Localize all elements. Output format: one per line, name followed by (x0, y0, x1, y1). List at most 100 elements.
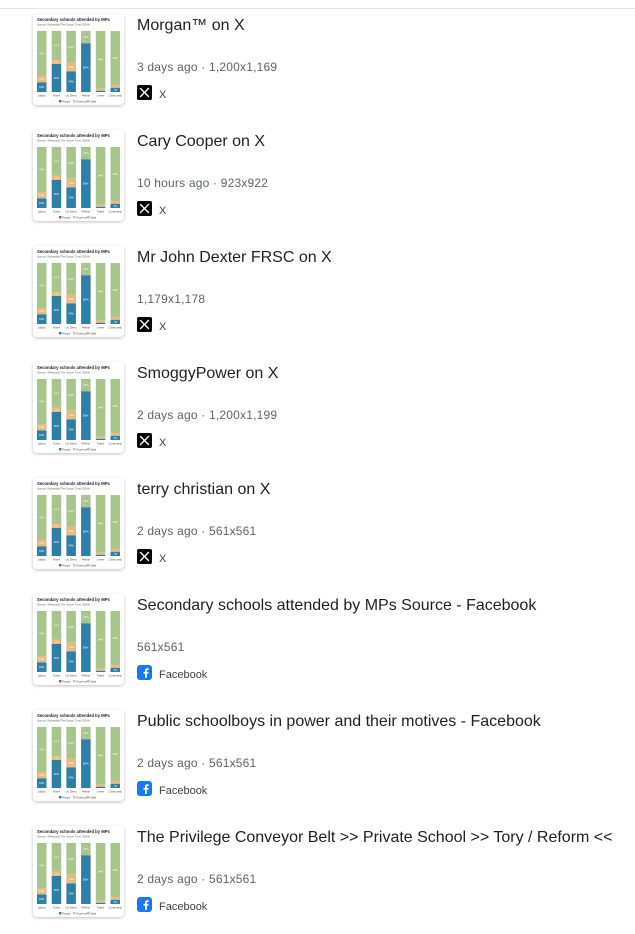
bar-value-label: 89% (113, 172, 119, 176)
result-source[interactable]: Facebook (137, 779, 207, 797)
category-label: Labour (38, 442, 46, 446)
result-title[interactable]: The Privilege Conveyor Belt >> Private S… (137, 829, 613, 847)
result-source[interactable]: Facebook (137, 663, 207, 681)
bar-value-label: 94% (98, 406, 104, 410)
chart-thumbnail: Secondary schools attended by MPsSource:… (37, 17, 123, 103)
result-title[interactable]: Morgan™ on X (137, 17, 245, 35)
category-label: Cross-party (109, 94, 123, 98)
bar-value-label: 52% (69, 741, 75, 745)
legend-label: State (90, 331, 97, 335)
bar-value-label: 16% (39, 665, 45, 669)
bar-segment-grammar (110, 665, 120, 668)
result-source[interactable]: X (137, 83, 166, 101)
category-label: Reform (82, 442, 91, 446)
result-source[interactable]: X (137, 199, 166, 217)
result-source[interactable]: X (137, 547, 166, 565)
image-result[interactable]: Secondary schools attended by MPs Source:… (0, 362, 635, 470)
bar-value-label: 47% (54, 855, 60, 859)
bar-value-label: 10% (39, 773, 45, 777)
bar-segment-private (95, 786, 106, 788)
category-label: Tories (53, 94, 61, 98)
result-thumbnail[interactable]: Secondary schools attended by MPs Source:… (33, 826, 124, 917)
category-label: Labour (38, 674, 46, 678)
bar-segment-private (95, 206, 106, 208)
chart-thumbnail: Secondary schools attended by MPsSource:… (37, 481, 123, 567)
legend-swatch (87, 564, 90, 567)
bar-value-label: 46% (54, 888, 60, 892)
bar-value-label: 74% (39, 284, 45, 288)
image-result[interactable]: Secondary schools attended by MPs Source:… (0, 14, 635, 122)
legend-label: Grammar (76, 447, 87, 451)
result-thumbnail[interactable]: Secondary schools attended by MPs Source:… (33, 710, 124, 801)
result-title[interactable]: Mr John Dexter FRSC on X (137, 249, 332, 267)
chart-thumbnail: Secondary schools attended by MPsSource:… (37, 829, 123, 915)
bar-value-label: 16% (39, 549, 45, 553)
legend-label: Private (62, 795, 71, 799)
result-title[interactable]: Secondary schools attended by MPs Source… (137, 597, 536, 615)
category-label: Lib Dems (66, 94, 78, 98)
legend-label: Grammar (76, 331, 87, 335)
bar-value-label: 94% (98, 638, 104, 642)
image-result[interactable]: Secondary schools attended by MPs Source:… (0, 826, 635, 934)
bar-value-label: 10% (39, 77, 45, 81)
thumbnail-chart-subtitle: Source: Wikipedia/The Sutton Trust (2024… (37, 139, 90, 143)
result-thumbnail[interactable]: Secondary schools attended by MPs Source:… (33, 478, 124, 569)
result-thumbnail[interactable]: Secondary schools attended by MPs Source:… (33, 362, 124, 453)
bar-value-label: 46% (54, 76, 60, 80)
result-thumbnail[interactable]: Secondary schools attended by MPs Source:… (33, 14, 124, 105)
bar-segment-grammar (110, 317, 120, 320)
legend-label: State (90, 679, 97, 683)
image-result[interactable]: Secondary schools attended by MPs Source:… (0, 710, 635, 818)
bar-value-label: 10% (39, 193, 45, 197)
result-source[interactable]: Facebook (137, 895, 207, 913)
legend-swatch (59, 448, 62, 451)
legend-label: State (90, 795, 97, 799)
bar-value-label: 74% (39, 400, 45, 404)
bar-value-label: 47% (54, 391, 60, 395)
legend-swatch (59, 680, 62, 683)
legend-label: Grammar (76, 795, 87, 799)
result-title[interactable]: terry christian on X (137, 481, 270, 499)
bar-value-label: 16% (39, 781, 45, 785)
bar-value-label: 80% (83, 762, 89, 766)
result-title[interactable]: SmoggyPower on X (137, 365, 278, 383)
category-label: Reform (82, 326, 91, 330)
category-label: Cross-party (109, 210, 123, 214)
result-thumbnail[interactable]: Secondary schools attended by MPs Source:… (33, 594, 124, 685)
image-result[interactable]: Secondary schools attended by MPs Source:… (0, 478, 635, 586)
legend-label: State (90, 563, 97, 567)
category-label: Green (97, 674, 105, 678)
bar-segment-private (95, 438, 106, 440)
result-title[interactable]: Public schoolboys in power and their mot… (137, 713, 541, 731)
legend-swatch (59, 796, 62, 799)
thumbnail-chart-subtitle: Source: Wikipedia/The Sutton Trust (2024… (37, 23, 90, 27)
thumbnail-chart-subtitle: Source: Wikipedia/The Sutton Trust (2024… (37, 719, 90, 723)
result-title[interactable]: Cary Cooper on X (137, 133, 265, 151)
bar-value-label: 34% (69, 196, 75, 200)
legend-swatch (59, 332, 62, 335)
bar-value-label: 74% (39, 516, 45, 520)
category-label: Tories (53, 674, 61, 678)
bar-value-label: 10% (39, 309, 45, 313)
bar-value-label: 94% (98, 174, 104, 178)
result-source[interactable]: X (137, 315, 166, 333)
result-thumbnail[interactable]: Secondary schools attended by MPs Source:… (33, 246, 124, 337)
bar-segment-grammar (110, 85, 120, 88)
image-result[interactable]: Secondary schools attended by MPs Source:… (0, 594, 635, 702)
bar-value-label: 89% (113, 752, 119, 756)
x-logo-icon (137, 200, 152, 216)
result-source[interactable]: X (137, 431, 166, 449)
bar-value-label: 74% (39, 864, 45, 868)
bar-value-label: 80% (83, 646, 89, 650)
image-result[interactable]: Secondary schools attended by MPs Source:… (0, 246, 635, 354)
result-thumbnail[interactable]: Secondary schools attended by MPs Source:… (33, 130, 124, 221)
category-label: Reform (82, 906, 91, 910)
result-meta: 2 days ago · 1,200x1,199 (137, 408, 278, 422)
image-result[interactable]: Secondary schools attended by MPs Source:… (0, 130, 635, 238)
category-label: Lib Dems (66, 210, 78, 214)
bar-value-label: 74% (39, 632, 45, 636)
thumbnail-chart-subtitle: Source: Wikipedia/The Sutton Trust (2024… (37, 255, 90, 259)
bar-value-label: 14% (69, 413, 75, 417)
bar-value-label: 34% (69, 428, 75, 432)
source-name: X (159, 553, 167, 565)
